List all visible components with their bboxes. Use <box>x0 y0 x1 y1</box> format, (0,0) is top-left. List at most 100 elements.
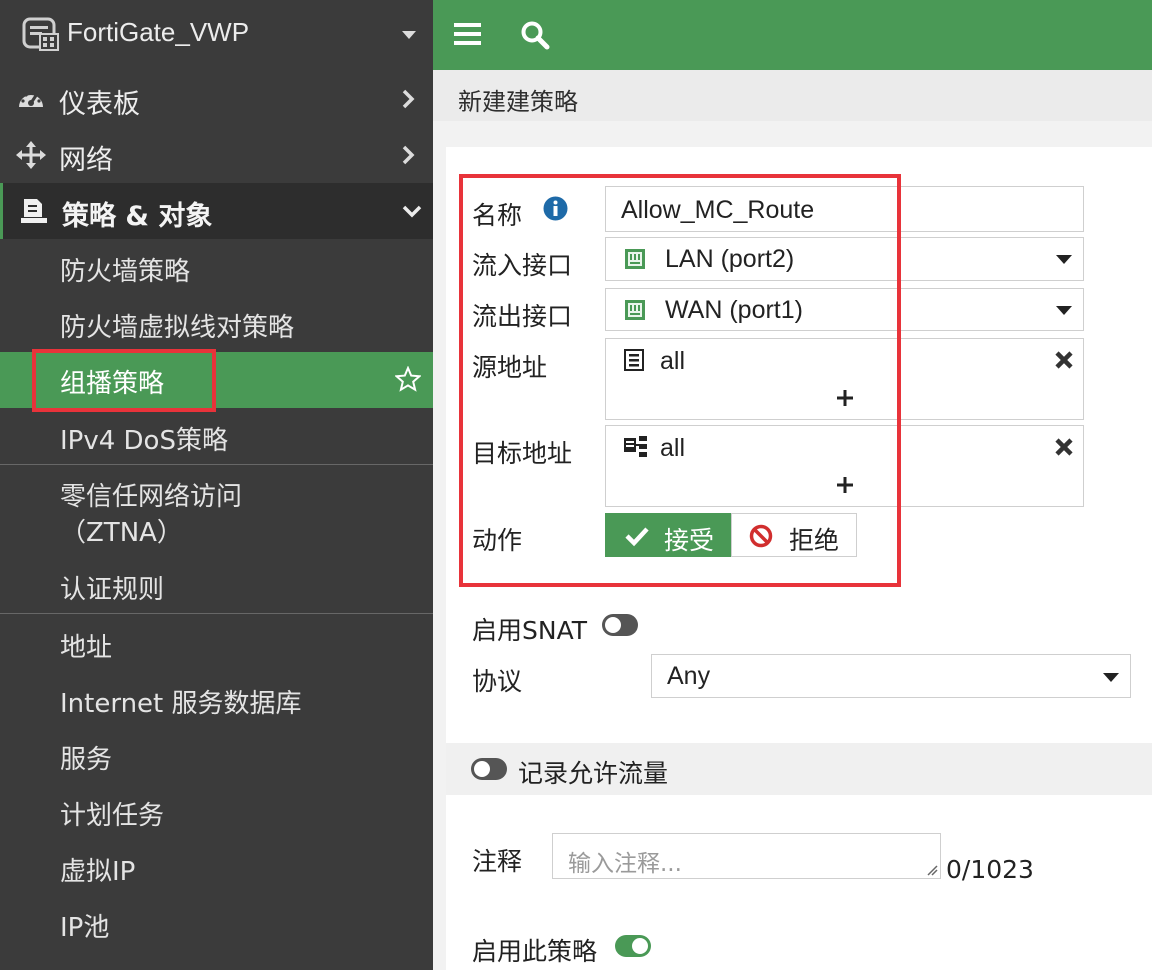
device-name: FortiGate_VWP <box>67 17 250 47</box>
network-port-icon <box>625 300 645 320</box>
destination-address-field[interactable]: all <box>605 425 1084 507</box>
star-icon[interactable] <box>395 366 421 392</box>
chevron-right-icon <box>402 145 415 165</box>
sidebar-item-services[interactable]: 服务 <box>0 728 433 784</box>
sidebar-item-label: 防火墙策略 <box>60 257 191 287</box>
sidebar-item-vip[interactable]: 虚拟IP <box>0 840 433 896</box>
caret-down-icon <box>1056 306 1072 315</box>
sidebar-item-auth-rules[interactable]: 认证规则 <box>0 558 433 614</box>
action-label: 动作 <box>472 526 523 555</box>
add-icon[interactable] <box>837 477 853 493</box>
destination-address-label: 目标地址 <box>472 439 573 468</box>
device-selector[interactable]: FortiGate_VWP <box>0 0 433 70</box>
outgoing-interface-value: WAN (port1) <box>665 296 803 324</box>
fortigate-device-icon <box>22 17 59 51</box>
incoming-interface-value: LAN (port2) <box>665 245 795 273</box>
toggle-knob <box>474 761 490 777</box>
name-input-value: Allow_MC_Route <box>621 196 815 224</box>
deny-icon <box>749 524 773 548</box>
sidebar-divider <box>0 613 433 614</box>
sidebar-item-ip-pools[interactable]: IP池 <box>0 896 433 952</box>
log-allowed-traffic-toggle[interactable] <box>471 758 507 780</box>
incoming-interface-select[interactable]: LAN (port2) <box>605 237 1084 281</box>
sidebar-item-label: 地址 <box>60 633 113 663</box>
sidebar-item-label: 组播策略 <box>60 369 165 399</box>
source-address-field[interactable]: all <box>605 338 1084 420</box>
action-accept-button[interactable]: 接受 <box>605 513 731 557</box>
gauge-icon <box>19 90 43 107</box>
add-icon[interactable] <box>837 390 853 406</box>
snat-label: 启用SNAT <box>472 616 588 645</box>
sidebar-item-vwire-policy[interactable]: 防火墙虚拟线对策略 <box>0 296 433 352</box>
sidebar-item-label: 服务 <box>60 745 113 775</box>
comment-char-count: 0/1023 <box>946 855 1034 884</box>
top-bar <box>433 0 1152 70</box>
sidebar-item-isdb[interactable]: Internet 服务数据库 <box>0 672 433 728</box>
comment-textarea[interactable]: 输入注释... <box>552 833 941 879</box>
sidebar-item-label: 策略 & 对象 <box>62 201 213 232</box>
sidebar-item-label: IP池 <box>60 913 110 943</box>
sidebar-item-label: 网络 <box>59 145 113 176</box>
network-port-icon <box>625 249 645 269</box>
sidebar-item-dashboard[interactable]: 仪表板 <box>0 71 433 127</box>
ztna-label-line1: 零信任网络访问 <box>60 482 243 512</box>
page-title: 新建建策略 <box>458 88 578 116</box>
address-list-icon <box>624 349 644 371</box>
name-input[interactable]: Allow_MC_Route <box>605 186 1084 232</box>
search-icon[interactable] <box>520 20 550 50</box>
chevron-down-icon <box>402 205 422 218</box>
remove-icon[interactable] <box>1053 436 1075 458</box>
protocol-select[interactable]: Any <box>651 654 1131 698</box>
resize-grip-icon[interactable] <box>926 864 938 876</box>
source-address-label: 源地址 <box>472 353 548 382</box>
sidebar-item-label: 防火墙虚拟线对策略 <box>60 313 295 343</box>
sidebar-item-network[interactable]: 网络 <box>0 127 433 183</box>
sidebar-item-schedules[interactable]: 计划任务 <box>0 784 433 840</box>
action-deny-button[interactable]: 拒绝 <box>731 513 857 557</box>
action-deny-label: 拒绝 <box>789 526 840 555</box>
sidebar-item-dos-policy[interactable]: IPv4 DoS策略 <box>0 409 433 465</box>
sidebar-divider <box>0 464 433 465</box>
ztna-label-line2: （ZTNA） <box>60 518 183 548</box>
page-header: 新建建策略 <box>433 70 1152 121</box>
sidebar-item-firewall-policy[interactable]: 防火墙策略 <box>0 240 433 296</box>
remove-icon[interactable] <box>1053 349 1075 371</box>
incoming-interface-label: 流入接口 <box>472 251 573 280</box>
snat-toggle[interactable] <box>602 614 638 636</box>
sidebar-item-label: 虚拟IP <box>60 857 136 887</box>
arrows-move-icon <box>16 141 46 169</box>
source-address-value: all <box>660 347 686 375</box>
caret-down-icon <box>1103 673 1119 682</box>
sidebar-item-label: Internet 服务数据库 <box>60 689 302 719</box>
chevron-right-icon <box>402 89 415 109</box>
sidebar-item-label: 认证规则 <box>60 575 165 605</box>
sidebar-item-addresses[interactable]: 地址 <box>0 616 433 672</box>
info-icon[interactable] <box>543 196 568 221</box>
sidebar: FortiGate_VWP 仪表板 网络 策略 & 对象 防火墙策略 防火墙虚拟… <box>0 0 433 970</box>
toggle-knob <box>605 617 621 633</box>
caret-down-icon <box>402 31 416 39</box>
check-icon <box>625 527 649 547</box>
policy-doc-icon <box>21 199 47 223</box>
toggle-knob <box>632 938 648 954</box>
sidebar-item-multicast-policy[interactable]: 组播策略 <box>0 352 433 408</box>
caret-down-icon <box>1056 255 1072 264</box>
hamburger-menu-icon[interactable] <box>454 22 481 46</box>
logging-section: 记录允许流量 <box>446 743 1152 795</box>
sidebar-item-label: 零信任网络访问 （ZTNA） <box>60 479 242 551</box>
comment-label: 注释 <box>472 847 523 876</box>
sidebar-item-label: 仪表板 <box>59 89 140 120</box>
sidebar-item-label: IPv4 DoS策略 <box>60 426 228 456</box>
protocol-label: 协议 <box>472 667 523 696</box>
sidebar-item-ztna[interactable]: 零信任网络访问 （ZTNA） <box>0 471 433 555</box>
enable-policy-label: 启用此策略 <box>472 937 598 966</box>
sidebar-item-label: 计划任务 <box>60 801 165 831</box>
address-group-icon <box>624 436 647 457</box>
destination-address-value: all <box>660 434 686 462</box>
comment-placeholder: 输入注释... <box>568 851 682 877</box>
outgoing-interface-label: 流出接口 <box>472 302 573 331</box>
protocol-value: Any <box>667 662 711 690</box>
sidebar-item-policy-objects[interactable]: 策略 & 对象 <box>0 183 433 239</box>
outgoing-interface-select[interactable]: WAN (port1) <box>605 288 1084 331</box>
enable-policy-toggle[interactable] <box>615 935 651 957</box>
